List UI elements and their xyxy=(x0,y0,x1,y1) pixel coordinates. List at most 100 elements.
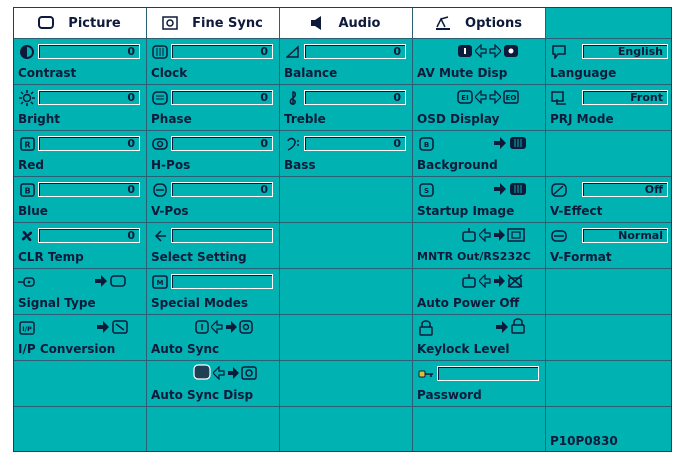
blue-label: Blue xyxy=(18,204,48,218)
tab-label: Fine Sync xyxy=(192,15,263,31)
vpos-value[interactable]: 0 xyxy=(171,182,273,197)
signal-type-label: Signal Type xyxy=(18,296,96,310)
special-modes-value[interactable] xyxy=(171,274,273,289)
v-effect-value[interactable]: Off xyxy=(582,182,668,197)
v-effect-label: V-Effect xyxy=(550,204,603,218)
language-label: Language xyxy=(550,66,617,80)
signal-input-icon xyxy=(18,274,36,290)
startup-option-icon xyxy=(509,181,527,200)
red-color-icon: R xyxy=(18,136,36,152)
ip-conversion-setting[interactable]: I/P I/P Conversion xyxy=(14,315,146,360)
clr-temp-value[interactable]: 0 xyxy=(38,228,140,243)
tab-options[interactable]: Options xyxy=(413,8,544,38)
av-mute-disp-setting[interactable]: AV Mute Disp xyxy=(413,39,545,84)
treble-clef-icon xyxy=(284,90,302,106)
contrast-setting[interactable]: 0 Contrast xyxy=(14,39,146,84)
password-field[interactable] xyxy=(437,366,539,381)
arrow-right-icon xyxy=(96,319,110,338)
arrow-right-icon xyxy=(94,273,108,292)
language-setting[interactable]: English Language xyxy=(546,39,672,84)
arrow-left-right-icon xyxy=(474,89,502,108)
bass-setting[interactable]: 0 Bass xyxy=(280,131,412,176)
red-label: Red xyxy=(18,158,44,172)
auto-sync-disp-setting[interactable]: Auto Sync Disp xyxy=(147,361,279,406)
svg-text:S: S xyxy=(423,187,428,195)
hpos-value[interactable]: 0 xyxy=(171,136,273,151)
clr-temp-setting[interactable]: 0 CLR Temp xyxy=(14,223,146,268)
svg-text:EI: EI xyxy=(461,94,468,102)
vpos-label: V-Pos xyxy=(151,204,189,218)
tab-picture[interactable]: Picture xyxy=(14,8,145,38)
arrow-left-right-icon xyxy=(478,273,505,292)
special-modes-icon: M xyxy=(151,274,169,290)
signal-type-setting[interactable]: Signal Type xyxy=(14,269,146,314)
speech-bubble-icon xyxy=(550,44,568,60)
hpos-setting[interactable]: 0 H-Pos xyxy=(147,131,279,176)
arrow-left-right-icon xyxy=(210,319,237,338)
v-effect-setting[interactable]: Off V-Effect xyxy=(546,177,672,222)
bass-value[interactable]: 0 xyxy=(304,136,406,151)
svg-text:B: B xyxy=(24,187,30,196)
phase-setting[interactable]: 0 Phase xyxy=(147,85,279,130)
blue-value[interactable]: 0 xyxy=(38,182,140,197)
auto-power-off-setting[interactable]: Auto Power Off xyxy=(413,269,545,314)
osd-display-label: OSD Display xyxy=(417,112,500,126)
tab-fine-sync[interactable]: Fine Sync xyxy=(147,8,278,38)
bright-value[interactable]: 0 xyxy=(38,90,140,105)
clock-value[interactable]: 0 xyxy=(171,44,273,59)
mntr-out-label: MNTR Out/RS232C xyxy=(417,250,531,263)
clock-setting[interactable]: 0 Clock xyxy=(147,39,279,84)
tab-audio[interactable]: Audio xyxy=(280,8,411,38)
av-mute-disp-label: AV Mute Disp xyxy=(417,66,508,80)
special-modes-setting[interactable]: M Special Modes xyxy=(147,269,279,314)
arrow-right-icon xyxy=(495,319,509,338)
phase-value[interactable]: 0 xyxy=(171,90,273,105)
background-setting[interactable]: B Background xyxy=(413,131,545,176)
auto-power-off-label: Auto Power Off xyxy=(417,296,520,310)
treble-setting[interactable]: 0 Treble xyxy=(280,85,412,130)
vpos-setting[interactable]: 0 V-Pos xyxy=(147,177,279,222)
password-setting[interactable]: Password xyxy=(413,361,545,406)
v-format-icon xyxy=(550,228,568,244)
tab-label: Picture xyxy=(68,15,121,31)
prj-mode-setting[interactable]: Front PRJ Mode xyxy=(546,85,672,130)
osd-display-setting[interactable]: EI EO OSD Display xyxy=(413,85,545,130)
ip-conversion-label: I/P Conversion xyxy=(18,342,116,356)
contrast-value[interactable]: 0 xyxy=(38,44,140,59)
monitor-icon xyxy=(110,273,126,292)
select-setting[interactable]: Select Setting xyxy=(147,223,279,268)
prj-mode-label: PRJ Mode xyxy=(550,112,614,126)
contrast-icon xyxy=(18,44,36,60)
standby-icon xyxy=(461,273,477,292)
auto-sync-disp-label: Auto Sync Disp xyxy=(151,388,254,402)
blue-color-icon: B xyxy=(18,182,36,198)
osd-off-icon: EO xyxy=(503,89,519,108)
v-format-value[interactable]: Normal xyxy=(582,228,668,243)
auto-sync-setting[interactable]: Auto Sync xyxy=(147,315,279,360)
bass-clef-icon xyxy=(284,136,302,152)
treble-value[interactable]: 0 xyxy=(304,90,406,105)
v-format-setting[interactable]: Normal V-Format xyxy=(546,223,672,268)
language-value[interactable]: English xyxy=(582,44,668,59)
svg-text:EO: EO xyxy=(506,94,517,102)
svg-text:B: B xyxy=(423,141,428,149)
standby-icon xyxy=(461,227,477,246)
red-value[interactable]: 0 xyxy=(38,136,140,151)
prj-mode-value[interactable]: Front xyxy=(582,90,668,105)
red-setting[interactable]: R 0 Red xyxy=(14,131,146,176)
auto-sync-label: Auto Sync xyxy=(151,342,220,356)
bright-setting[interactable]: 0 Bright xyxy=(14,85,146,130)
balance-setting[interactable]: 0 Balance xyxy=(280,39,412,84)
blue-setting[interactable]: B 0 Blue xyxy=(14,177,146,222)
select-setting-value[interactable] xyxy=(171,228,273,243)
background-icon: B xyxy=(417,136,435,152)
mntr-out-setting[interactable]: MNTR Out/RS232C xyxy=(413,223,545,268)
ip-icon: I/P xyxy=(18,320,36,336)
balance-value[interactable]: 0 xyxy=(304,44,406,59)
special-modes-label: Special Modes xyxy=(151,296,249,310)
screen-code: P10P0830 xyxy=(550,434,618,448)
startup-image-setting[interactable]: S Startup Image xyxy=(413,177,545,222)
tab-label: Audio xyxy=(338,15,381,31)
keylock-level-setting[interactable]: Keylock Level xyxy=(413,315,545,360)
arrow-left-right-icon xyxy=(212,365,239,384)
